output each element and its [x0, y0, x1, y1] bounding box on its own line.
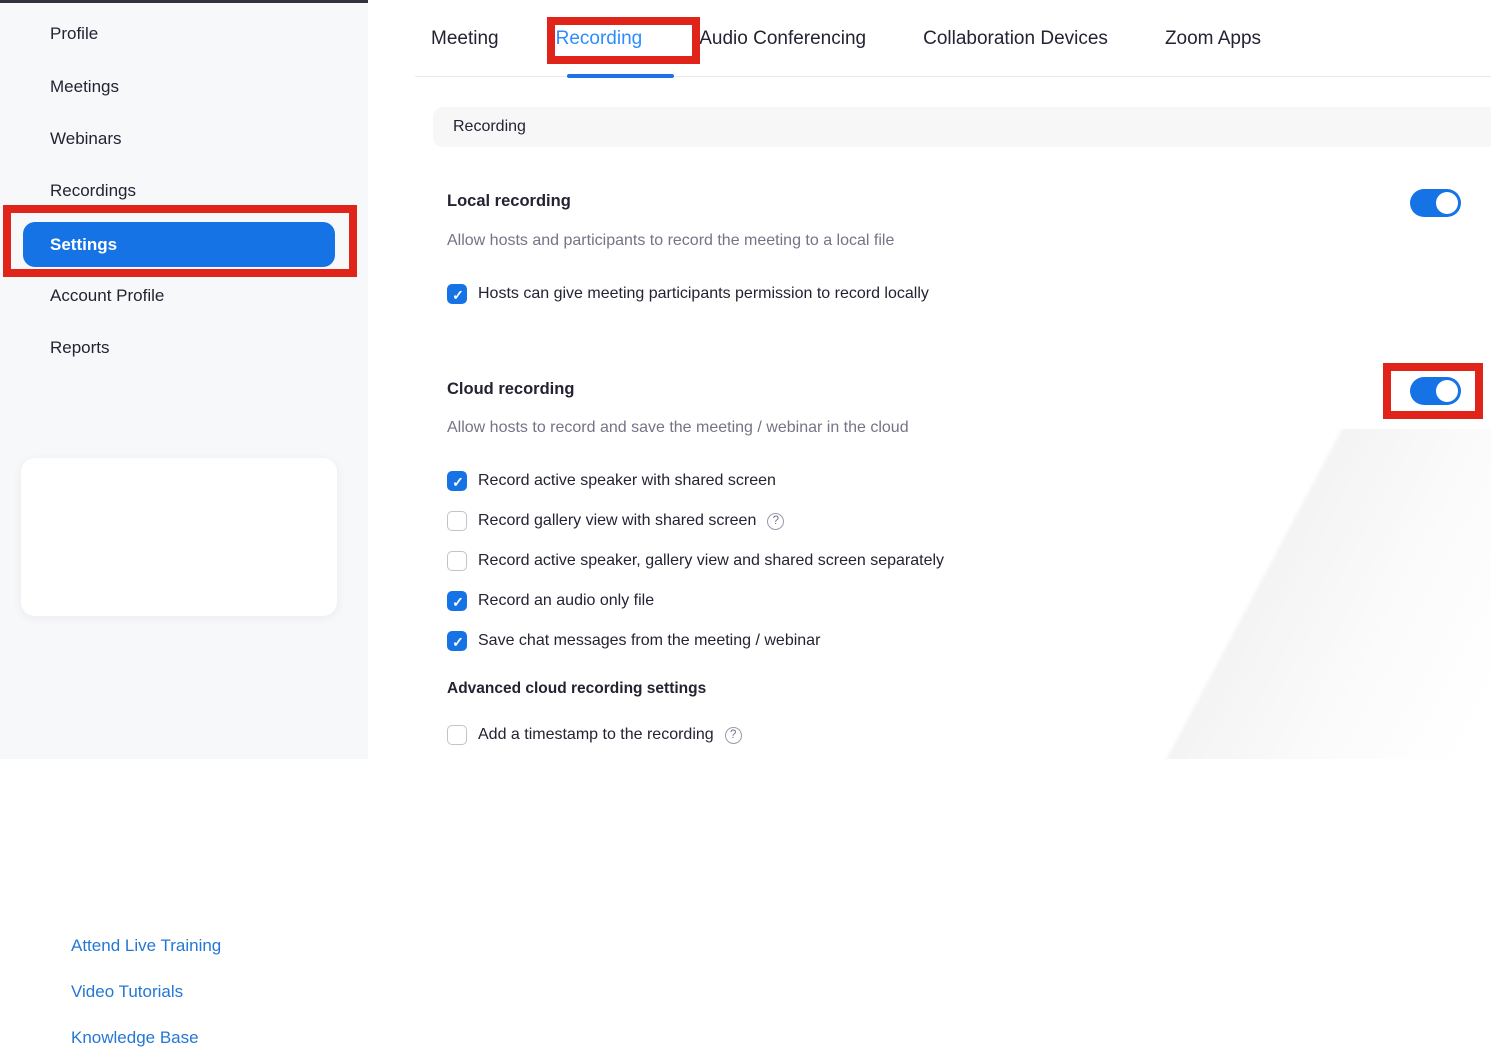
- tab-recording[interactable]: Recording: [556, 28, 643, 50]
- sidebar: Profile Meetings Webinars Recordings Set…: [0, 0, 368, 759]
- background-graphic: [1071, 429, 1491, 759]
- option-row: Record active speaker, gallery view and …: [447, 550, 944, 572]
- checkbox-record-separately[interactable]: [447, 551, 467, 571]
- checkbox-save-chat-messages[interactable]: [447, 631, 467, 651]
- option-label: Record active speaker, gallery view and …: [478, 552, 944, 570]
- checkbox-add-timestamp[interactable]: [447, 725, 467, 745]
- option-label: Add a timestamp to the recording: [478, 726, 714, 744]
- option-row: Add a timestamp to the recording ?: [447, 724, 742, 746]
- option-row: Record gallery view with shared screen ?: [447, 510, 784, 532]
- tab-audio-conferencing[interactable]: Audio Conferencing: [699, 28, 866, 50]
- option-label: Hosts can give meeting participants perm…: [478, 285, 929, 303]
- tab-meeting[interactable]: Meeting: [431, 28, 499, 50]
- local-recording-description: Allow hosts and participants to record t…: [447, 232, 894, 250]
- tab-collaboration-devices[interactable]: Collaboration Devices: [923, 28, 1108, 50]
- sidebar-item-webinars[interactable]: Webinars: [50, 126, 122, 152]
- option-label: Record active speaker with shared screen: [478, 472, 776, 490]
- checkbox-record-gallery-view-shared-screen[interactable]: [447, 511, 467, 531]
- local-recording-title: Local recording: [447, 192, 571, 211]
- sidebar-item-settings[interactable]: Settings: [23, 222, 335, 267]
- sidebar-item-reports[interactable]: Reports: [50, 335, 110, 361]
- link-attend-live-training[interactable]: Attend Live Training: [71, 934, 221, 958]
- cloud-recording-description: Allow hosts to record and save the meeti…: [447, 419, 909, 437]
- sidebar-item-profile[interactable]: Profile: [50, 21, 98, 47]
- help-links-card: Attend Live Training Video Tutorials Kno…: [21, 458, 337, 616]
- settings-tab-bar: Meeting Recording Audio Conferencing Col…: [431, 28, 1261, 50]
- toggle-knob: [1436, 192, 1458, 214]
- help-icon[interactable]: ?: [767, 513, 784, 530]
- option-row: Record an audio only file: [447, 590, 654, 612]
- option-row: Save chat messages from the meeting / we…: [447, 630, 820, 652]
- local-recording-toggle[interactable]: [1410, 189, 1461, 217]
- option-label: Record an audio only file: [478, 592, 654, 610]
- checkbox-hosts-can-give-permission[interactable]: [447, 284, 467, 304]
- cloud-recording-toggle[interactable]: [1410, 377, 1461, 405]
- option-label: Save chat messages from the meeting / we…: [478, 632, 820, 650]
- active-tab-underline: [567, 74, 674, 78]
- link-video-tutorials[interactable]: Video Tutorials: [71, 980, 183, 1004]
- tab-zoom-apps[interactable]: Zoom Apps: [1165, 28, 1261, 50]
- help-icon[interactable]: ?: [725, 727, 742, 744]
- sidebar-item-account-profile[interactable]: Account Profile: [50, 283, 164, 309]
- cloud-recording-title: Cloud recording: [447, 380, 574, 399]
- checkbox-record-audio-only[interactable]: [447, 591, 467, 611]
- section-header-recording: Recording: [433, 107, 1491, 147]
- toggle-knob: [1436, 380, 1458, 402]
- option-label: Record gallery view with shared screen: [478, 512, 756, 530]
- link-knowledge-base[interactable]: Knowledge Base: [71, 1026, 199, 1050]
- sidebar-item-meetings[interactable]: Meetings: [50, 74, 119, 100]
- option-row: Hosts can give meeting participants perm…: [447, 283, 929, 305]
- checkbox-record-active-speaker-shared-screen[interactable]: [447, 471, 467, 491]
- sidebar-item-recordings[interactable]: Recordings: [50, 178, 136, 204]
- advanced-cloud-recording-settings-title: Advanced cloud recording settings: [447, 680, 706, 698]
- option-row: Record active speaker with shared screen: [447, 470, 776, 492]
